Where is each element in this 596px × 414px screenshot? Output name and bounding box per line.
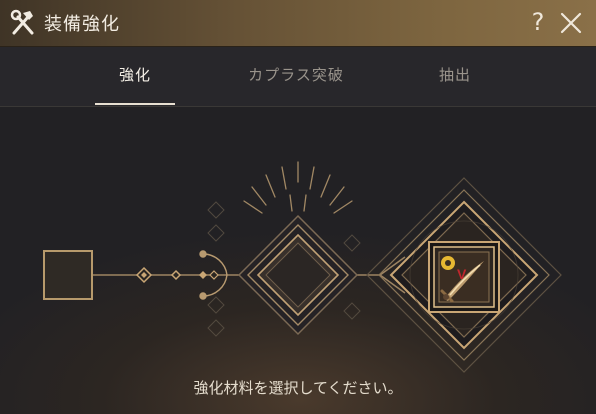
- equipment-slot[interactable]: V: [428, 241, 500, 313]
- center-diamond: [237, 214, 359, 336]
- title-bar: 装備強化 ?: [0, 0, 596, 47]
- light-rays: [243, 161, 353, 214]
- equipment-badge: V: [457, 266, 467, 282]
- tab-enhance[interactable]: 強化: [95, 47, 175, 106]
- equipment-enhance-window: 装備強化 ? 強化 カプラス突破 抽出 V 強化材料を選択してください。: [0, 0, 596, 414]
- window-title: 装備強化: [44, 14, 120, 35]
- tab-bar: 強化 カプラス突破 抽出: [0, 47, 596, 107]
- tab-kaplas-breakthrough[interactable]: カプラス突破: [226, 47, 366, 106]
- tab-extract[interactable]: 抽出: [420, 47, 490, 106]
- connector-nodes: [135, 266, 219, 284]
- hammer-wrench-icon: [10, 9, 34, 35]
- select-material-hint: 強化材料を選択してください。: [193, 379, 403, 397]
- active-tab-indicator: [95, 103, 175, 105]
- enhance-stage: V 強化材料を選択してください。: [0, 107, 596, 414]
- close-icon[interactable]: [557, 9, 585, 37]
- material-slot[interactable]: [43, 250, 93, 300]
- help-button[interactable]: ?: [526, 7, 550, 37]
